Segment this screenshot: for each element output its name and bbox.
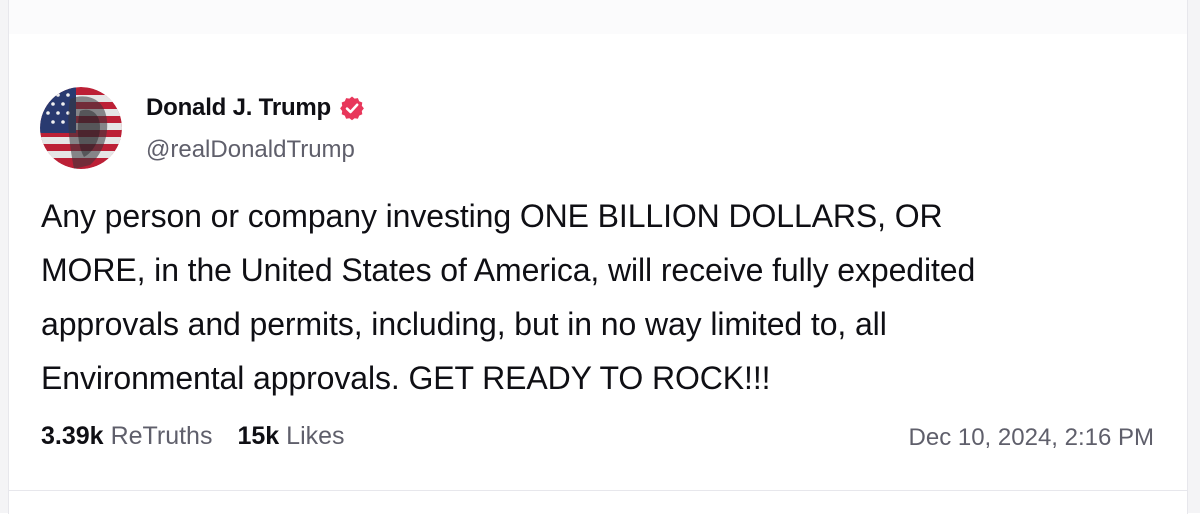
retruths-stat[interactable]: 3.39k ReTruths (41, 422, 212, 451)
post-timestamp[interactable]: Dec 10, 2024, 2:16 PM (909, 424, 1154, 452)
avatar-image (40, 87, 122, 169)
likes-stat[interactable]: 15k Likes (237, 422, 344, 451)
retruths-label: ReTruths (110, 422, 213, 450)
likes-label: Likes (286, 422, 345, 450)
author-name-row: Donald J. Trump (146, 92, 365, 124)
likes-count: 15k (237, 422, 280, 450)
post-body-line: Environmental approvals. GET READY TO RO… (41, 360, 771, 396)
avatar[interactable] (40, 87, 122, 169)
post-body-line: MORE, in the United States of America, w… (41, 252, 976, 288)
verified-badge-icon (339, 95, 365, 121)
previous-post-edge (8, 0, 1188, 34)
post-body-line: Any person or company investing ONE BILL… (41, 198, 943, 234)
author-display-name[interactable]: Donald J. Trump (146, 94, 331, 122)
author-handle[interactable]: @realDonaldTrump (146, 136, 355, 164)
post-stats: 3.39k ReTruths 15k Likes (41, 422, 345, 451)
next-post-edge (8, 490, 1188, 514)
post-body-line: approvals and permits, including, but in… (41, 306, 887, 342)
post-body: Any person or company investing ONE BILL… (41, 189, 1161, 405)
retruths-count: 3.39k (41, 422, 104, 450)
